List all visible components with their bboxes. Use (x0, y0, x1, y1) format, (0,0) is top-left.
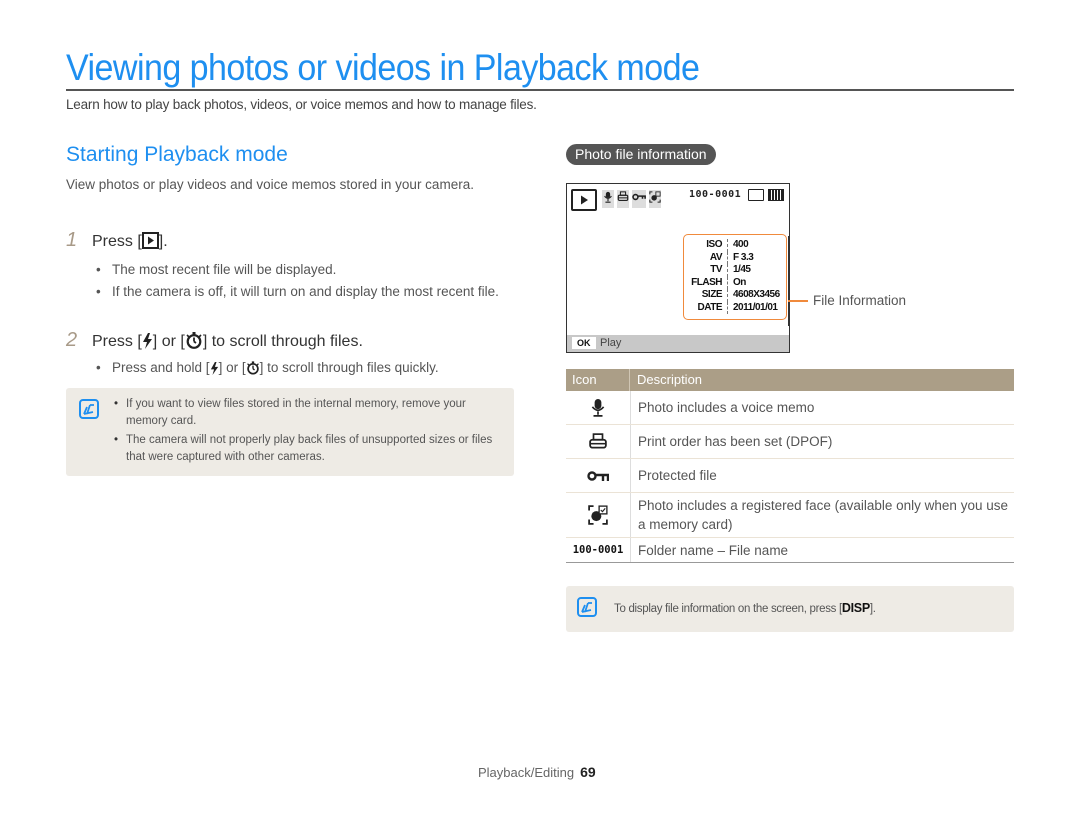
battery-icon (768, 189, 784, 201)
file-number: 100-0001 (689, 189, 742, 200)
playback-key-icon (141, 232, 159, 254)
page-number: 69 (580, 764, 596, 780)
table-row: Print order has been set (DPOF) (566, 425, 1014, 459)
face-icon (649, 190, 661, 208)
section-heading: Starting Playback mode (66, 143, 288, 166)
note-bullet: If you want to view files stored in the … (114, 396, 499, 430)
table-row: Photo includes a registered face (availa… (566, 493, 1014, 538)
print-icon (617, 190, 629, 208)
ok-button-label: OK (572, 337, 596, 349)
page-intro: Learn how to play back photos, videos, o… (66, 97, 537, 112)
flash-key-icon (210, 361, 219, 381)
info-row-date: DATE 2011/01/01 (697, 301, 778, 314)
flash-key-icon (142, 333, 153, 354)
table-row: Photo includes a voice memo (566, 391, 1014, 425)
disp-key: DISP (841, 601, 870, 615)
section-description: View photos or play videos and voice mem… (66, 177, 474, 192)
print-icon (566, 425, 631, 458)
screen-edge-line (788, 236, 789, 326)
photo-info-label: Photo file information (566, 144, 716, 165)
callout-line (788, 300, 808, 302)
voice-memo-icon (566, 391, 631, 424)
screen-status-icons (602, 190, 661, 208)
table-row: Protected file (566, 459, 1014, 493)
protect-key-icon (632, 190, 646, 208)
icon-table: Icon Description Photo includes a voice … (566, 369, 1014, 563)
playback-mode-icon (571, 189, 597, 211)
note-bullet: The camera will not properly play back f… (114, 432, 499, 466)
header-icon: Icon (566, 369, 630, 391)
timer-key-icon (185, 332, 203, 354)
step-1: 1Press []. The most recent file will be … (66, 229, 506, 302)
internal-memory-icon (748, 189, 764, 201)
info-row-size: SIZE 4608X3456 (701, 289, 780, 302)
screen-bottom-bar: OK Play (567, 335, 789, 352)
table-row: 100-0001 Folder name – File name (566, 538, 1014, 563)
play-label: Play (600, 337, 622, 349)
timer-key-icon (246, 361, 260, 381)
info-row-tv: TV 1/45 (710, 264, 751, 277)
note-icon (79, 399, 99, 424)
info-row-flash: FLASH On (691, 276, 746, 289)
table-header: Icon Description (566, 369, 1014, 391)
file-number-icon: 100-0001 (566, 538, 631, 562)
header-description: Description (637, 372, 703, 387)
step-1-instruction: 1 Press []. (66, 229, 506, 254)
note-box: If you want to view files stored in the … (66, 388, 514, 476)
page-footer: Playback/Editing 69 (478, 764, 596, 780)
tip-text: To display file information on the scree… (614, 601, 876, 615)
title-divider (66, 89, 1014, 91)
step-number: 2 (66, 329, 78, 351)
voice-memo-icon (602, 190, 614, 208)
step-1-bullet: The most recent file will be displayed. (92, 260, 506, 280)
step-1-bullet: If the camera is off, it will turn on an… (92, 282, 506, 302)
info-row-iso: ISO 400 (706, 239, 749, 252)
page-title: Viewing photos or videos in Playback mod… (66, 47, 700, 88)
tip-box: To display file information on the scree… (566, 586, 1014, 632)
step-2: 2 Press [] or [] to scroll through files.… (66, 329, 506, 381)
note-icon (577, 597, 597, 622)
file-info-list: ISO 400 AV F 3.3 TV 1/45 FLASH On SIZE 4608X3… (684, 235, 786, 314)
step-number: 1 (66, 229, 78, 251)
footer-section: Playback/Editing (478, 765, 575, 780)
info-row-av: AV F 3.3 (709, 251, 754, 264)
face-icon (566, 493, 631, 537)
protect-key-icon (566, 459, 631, 492)
step-2-bullet: Press and hold [] or [] to scroll throug… (92, 358, 506, 381)
file-info-box: ISO 400 AV F 3.3 TV 1/45 FLASH On SIZE 4608X3… (683, 234, 787, 320)
file-information-callout: File Information (813, 293, 907, 308)
camera-screen: 100-0001 ISO 400 AV F 3.3 TV 1/45 FLASH On S… (566, 183, 790, 353)
step-2-instruction: 2 Press [] or [] to scroll through files. (66, 329, 506, 354)
